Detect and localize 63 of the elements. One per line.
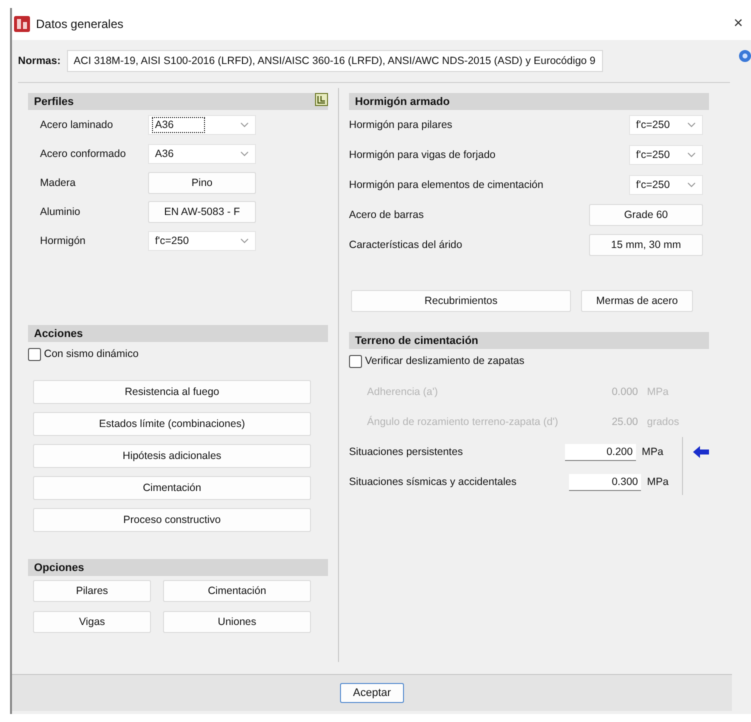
- field-label: Acero laminado: [40, 118, 114, 130]
- option-button[interactable]: Cimentación: [163, 580, 311, 602]
- help-icon[interactable]: [739, 50, 751, 62]
- material-select[interactable]: A36: [148, 114, 256, 134]
- left-arrow-icon[interactable]: [693, 446, 709, 458]
- section-header: Hormigón armado: [349, 93, 709, 110]
- norms-label: Normas:: [18, 55, 61, 67]
- field-label: Madera: [40, 176, 77, 188]
- field-label: Hormigón para vigas de forjado: [349, 149, 496, 161]
- section-header: Terreno de cimentación: [349, 332, 709, 349]
- field-label: Adherencia (a'): [366, 386, 439, 398]
- section-header: Acciones: [28, 325, 328, 342]
- cover-button[interactable]: Recubrimientos: [351, 290, 571, 312]
- material-select[interactable]: f'c=250: [148, 230, 256, 250]
- unit-label: MPa: [640, 446, 664, 458]
- chevron-icon: [240, 238, 249, 244]
- material-button[interactable]: 15 mm, 30 mm: [589, 234, 703, 256]
- action-button[interactable]: Cimentación: [33, 476, 311, 500]
- material-button[interactable]: EN AW-5083 - F: [148, 200, 256, 222]
- material-button[interactable]: Pino: [148, 172, 256, 194]
- accept-button[interactable]: Aceptar: [340, 683, 404, 703]
- chevron-icon: [687, 152, 696, 158]
- field-label: Hormigón para elementos de cimentación: [349, 179, 544, 191]
- field-label: Características del árido: [349, 239, 462, 251]
- norms-field: ACI 318M-19, AISI S100-2016 (LRFD), ANSI/AISC 360-16 (LRFD), ANSI/AWC NDS-2015 (ASD) y Eurocódigo 9: [66, 50, 603, 72]
- unit-label: MPa: [646, 476, 670, 488]
- unit-label: grados: [646, 416, 680, 428]
- close-button[interactable]: ×: [734, 15, 743, 33]
- library-icon[interactable]: [315, 93, 328, 106]
- field-label: Hormigón para pilares: [349, 119, 452, 131]
- concrete-select[interactable]: f'c=250: [629, 175, 703, 195]
- value-field[interactable]: 0.300: [569, 474, 641, 490]
- steel-loss-button[interactable]: Mermas de acero: [581, 290, 693, 312]
- option-button[interactable]: Uniones: [163, 611, 311, 633]
- field-label: Hormigón: [40, 234, 87, 246]
- section-header: Perfiles: [28, 93, 328, 110]
- action-button[interactable]: Proceso constructivo: [33, 508, 311, 532]
- window-title: Datos generales: [36, 17, 124, 31]
- value-field[interactable]: 0.200: [564, 444, 636, 460]
- field-label: Situaciones sísmicas y accidentales: [349, 476, 518, 488]
- app-icon: [14, 16, 30, 32]
- checkbox[interactable]: Con sismo dinámico: [28, 342, 139, 366]
- chevron-icon: [240, 122, 249, 128]
- material-select[interactable]: A36: [148, 144, 256, 164]
- concrete-select[interactable]: f'c=250: [629, 115, 703, 135]
- concrete-select[interactable]: f'c=250: [629, 145, 703, 165]
- field-label: Aluminio: [40, 206, 82, 218]
- chevron-icon: [687, 182, 696, 188]
- action-button[interactable]: Estados límite (combinaciones): [33, 412, 311, 436]
- unit-label: MPa: [646, 386, 670, 398]
- section-header: Opciones: [28, 559, 328, 576]
- action-button[interactable]: Hipótesis adicionales: [33, 444, 311, 468]
- field-label: Ángulo de rozamiento terreno-zapata (d'): [366, 416, 560, 428]
- chevron-icon: [687, 122, 696, 128]
- checkbox[interactable]: Verificar deslizamiento de zapatas: [349, 349, 524, 373]
- field-label: Acero de barras: [349, 209, 424, 221]
- chevron-icon: [240, 150, 249, 156]
- option-button[interactable]: Vigas: [33, 611, 151, 633]
- field-label: Acero conformado: [40, 148, 127, 160]
- material-button[interactable]: Grade 60: [589, 204, 703, 226]
- field-label: Situaciones persistentes: [349, 446, 464, 458]
- action-button[interactable]: Resistencia al fuego: [33, 380, 311, 404]
- option-button[interactable]: Pilares: [33, 580, 151, 602]
